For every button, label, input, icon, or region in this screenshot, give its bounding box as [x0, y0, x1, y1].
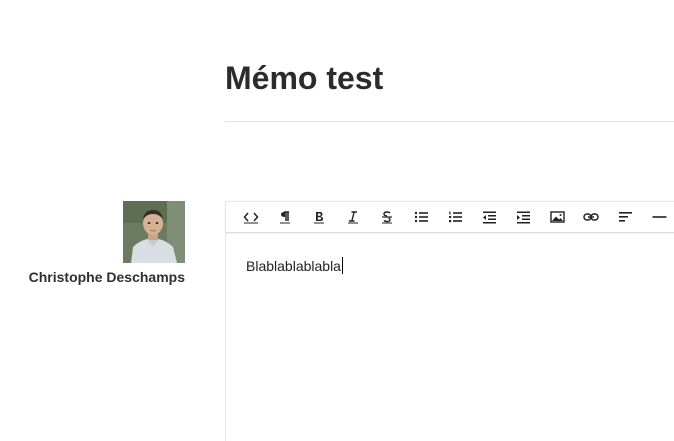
numbered-list-button[interactable] [438, 201, 472, 233]
bullet-list-icon [414, 211, 428, 223]
image-icon [549, 211, 565, 223]
horizontal-rule-icon [652, 216, 666, 218]
editor-toolbar [226, 201, 674, 233]
indent-icon [516, 211, 530, 224]
align-left-button[interactable] [608, 201, 642, 233]
numbered-list-icon [448, 211, 462, 223]
editor-content[interactable]: Blablablablabla [246, 257, 343, 274]
text-caret [341, 257, 343, 274]
link-button[interactable] [574, 201, 608, 233]
align-left-icon [618, 212, 632, 222]
indent-button[interactable] [506, 201, 540, 233]
code-icon [243, 212, 259, 224]
bold-icon [314, 212, 324, 224]
bullet-list-button[interactable] [404, 201, 438, 233]
italic-button[interactable] [336, 201, 370, 233]
page-title: Mémo test [225, 60, 384, 96]
paragraph-icon [280, 211, 290, 224]
paragraph-button[interactable] [268, 201, 302, 233]
code-button[interactable] [234, 201, 268, 233]
image-button[interactable] [540, 201, 574, 233]
rich-text-editor: Blablablablabla [225, 201, 674, 441]
strikethrough-icon [382, 211, 392, 224]
avatar [123, 201, 185, 263]
memo-page: Mémo test Christophe Deschamps Blablabla… [0, 0, 674, 441]
horizontal-rule-button[interactable] [642, 201, 674, 233]
avatar-photo [123, 201, 185, 263]
author-name: Christophe Deschamps [28, 269, 185, 285]
editor-text: Blablablablabla [246, 258, 341, 274]
italic-icon [348, 211, 358, 224]
title-divider [225, 121, 674, 122]
outdent-button[interactable] [472, 201, 506, 233]
strikethrough-button[interactable] [370, 201, 404, 233]
outdent-icon [482, 211, 496, 224]
bold-button[interactable] [302, 201, 336, 233]
link-icon [583, 213, 599, 221]
